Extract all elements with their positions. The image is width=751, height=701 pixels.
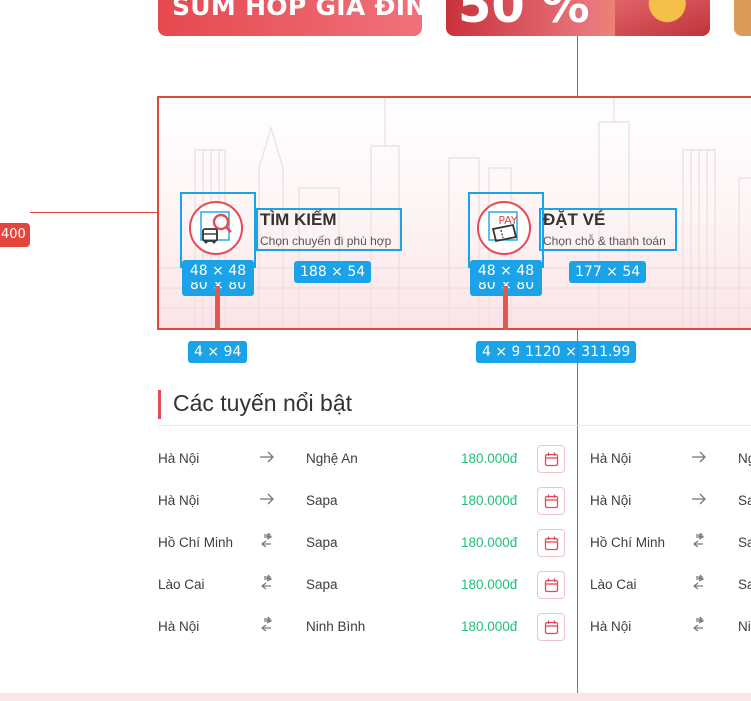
route-row[interactable]: Hà Nội Ni	[590, 613, 751, 641]
route-origin: Lào Cai	[590, 577, 637, 592]
promo-banner-discount-text: 50 %	[458, 0, 590, 34]
promo-banner-next[interactable]	[734, 0, 751, 36]
route-row[interactable]: Hà Nội Nghệ An 180.000đ	[158, 445, 568, 473]
promo-banner-family-text: SUM HOP GIA ĐÌNH	[172, 0, 422, 21]
route-origin: Hà Nội	[590, 493, 632, 508]
route-origin: Hà Nội	[158, 451, 200, 466]
measure-badge-text-2: 177 × 54	[569, 261, 647, 283]
route-origin: Hà Nội	[590, 451, 632, 466]
route-row[interactable]: Hồ Chí Minh Sapa 180.000đ	[158, 529, 568, 557]
route-origin: Hà Nội	[590, 619, 632, 634]
calendar-button[interactable]	[537, 529, 565, 557]
guide-stem-1	[215, 286, 220, 330]
calendar-button[interactable]	[537, 445, 565, 473]
svg-text:PAY: PAY	[498, 214, 518, 227]
route-price: 180.000đ	[461, 535, 518, 550]
route-row[interactable]: Hồ Chí Minh Sa	[590, 529, 751, 557]
route-price: 180.000đ	[461, 451, 518, 466]
promo-banner-discount[interactable]: 50 %	[446, 0, 710, 36]
step-search-icon-circle	[189, 201, 243, 255]
route-row[interactable]: Hà Nội Sapa 180.000đ	[158, 487, 568, 515]
calendar-button[interactable]	[537, 613, 565, 641]
arrow-right-icon	[258, 490, 276, 508]
route-destination: Sa	[738, 577, 751, 592]
swap-arrows-icon	[690, 532, 708, 550]
section-divider	[158, 425, 751, 426]
route-row[interactable]: Hà Nội Sa	[590, 487, 751, 515]
swap-arrows-icon	[258, 616, 276, 634]
footer-decor-strip	[0, 693, 751, 701]
guide-line-horizontal	[30, 212, 158, 213]
guide-stem-2	[503, 286, 508, 330]
guide-distance-tag: 400	[0, 223, 30, 247]
measure-badge-icon-2: 48 × 48	[470, 260, 542, 282]
arrow-right-icon	[690, 448, 708, 466]
route-origin: Hồ Chí Minh	[590, 535, 666, 550]
arrow-right-icon	[690, 490, 708, 508]
calendar-button[interactable]	[537, 487, 565, 515]
guide-line-vertical-top	[577, 36, 578, 96]
route-destination: Ng	[738, 451, 751, 466]
section-accent-bar	[158, 390, 161, 419]
route-price: 180.000đ	[461, 493, 518, 508]
route-row[interactable]: Hà Nội Ng	[590, 445, 751, 473]
route-destination: Sa	[738, 493, 751, 508]
route-row[interactable]: Hà Nội Ninh Bình 180.000đ	[158, 613, 568, 641]
route-origin: Hà Nội	[158, 619, 200, 634]
step-pay-title: ĐẶT VÉ	[543, 210, 606, 229]
swap-arrows-icon	[258, 574, 276, 592]
route-row[interactable]: Lào Cai Sa	[590, 571, 751, 599]
route-destination: Sapa	[306, 577, 338, 592]
route-origin: Hồ Chí Minh	[158, 535, 234, 550]
calendar-button[interactable]	[537, 571, 565, 599]
guide-line-vertical-bottom	[577, 330, 578, 701]
route-origin: Lào Cai	[158, 577, 205, 592]
route-destination: Sapa	[306, 493, 338, 508]
route-row[interactable]: Lào Cai Sapa 180.000đ	[158, 571, 568, 599]
swap-arrows-icon	[258, 532, 276, 550]
measure-badge-stem-1: 4 × 94	[188, 341, 248, 363]
pay-ticket-icon: PAY	[488, 211, 518, 243]
featured-routes-title: Các tuyến nổi bật	[173, 390, 353, 416]
route-destination: Sapa	[306, 535, 338, 550]
step-pay-subtitle: Chọn chỗ & thanh toán	[543, 234, 666, 248]
swap-arrows-icon	[690, 616, 708, 634]
page: SUM HOP GIA ĐÌNH 50 % 400 TÌM KIẾM Chọn …	[0, 0, 751, 701]
route-destination: Nghệ An	[306, 451, 358, 466]
route-price: 180.000đ	[461, 577, 518, 592]
step-search-subtitle: Chọn chuyến đi phù hợp	[260, 234, 392, 248]
swap-arrows-icon	[690, 574, 708, 592]
route-price: 180.000đ	[461, 619, 518, 634]
step-search-title: TÌM KIẾM	[260, 210, 337, 229]
route-destination: Sa	[738, 535, 751, 550]
step-pay-icon-circle: PAY	[477, 201, 531, 255]
route-origin: Hà Nội	[158, 493, 200, 508]
arrow-right-icon	[258, 448, 276, 466]
measure-badge-icon-1: 48 × 48	[182, 260, 254, 282]
route-destination: Ni	[738, 619, 751, 634]
promo-banner-photo	[615, 0, 710, 36]
bus-search-icon	[200, 211, 232, 244]
promo-banner-family[interactable]: SUM HOP GIA ĐÌNH	[158, 0, 422, 36]
measure-badge-text-1: 188 × 54	[294, 261, 372, 283]
route-destination: Ninh Bình	[306, 619, 366, 634]
